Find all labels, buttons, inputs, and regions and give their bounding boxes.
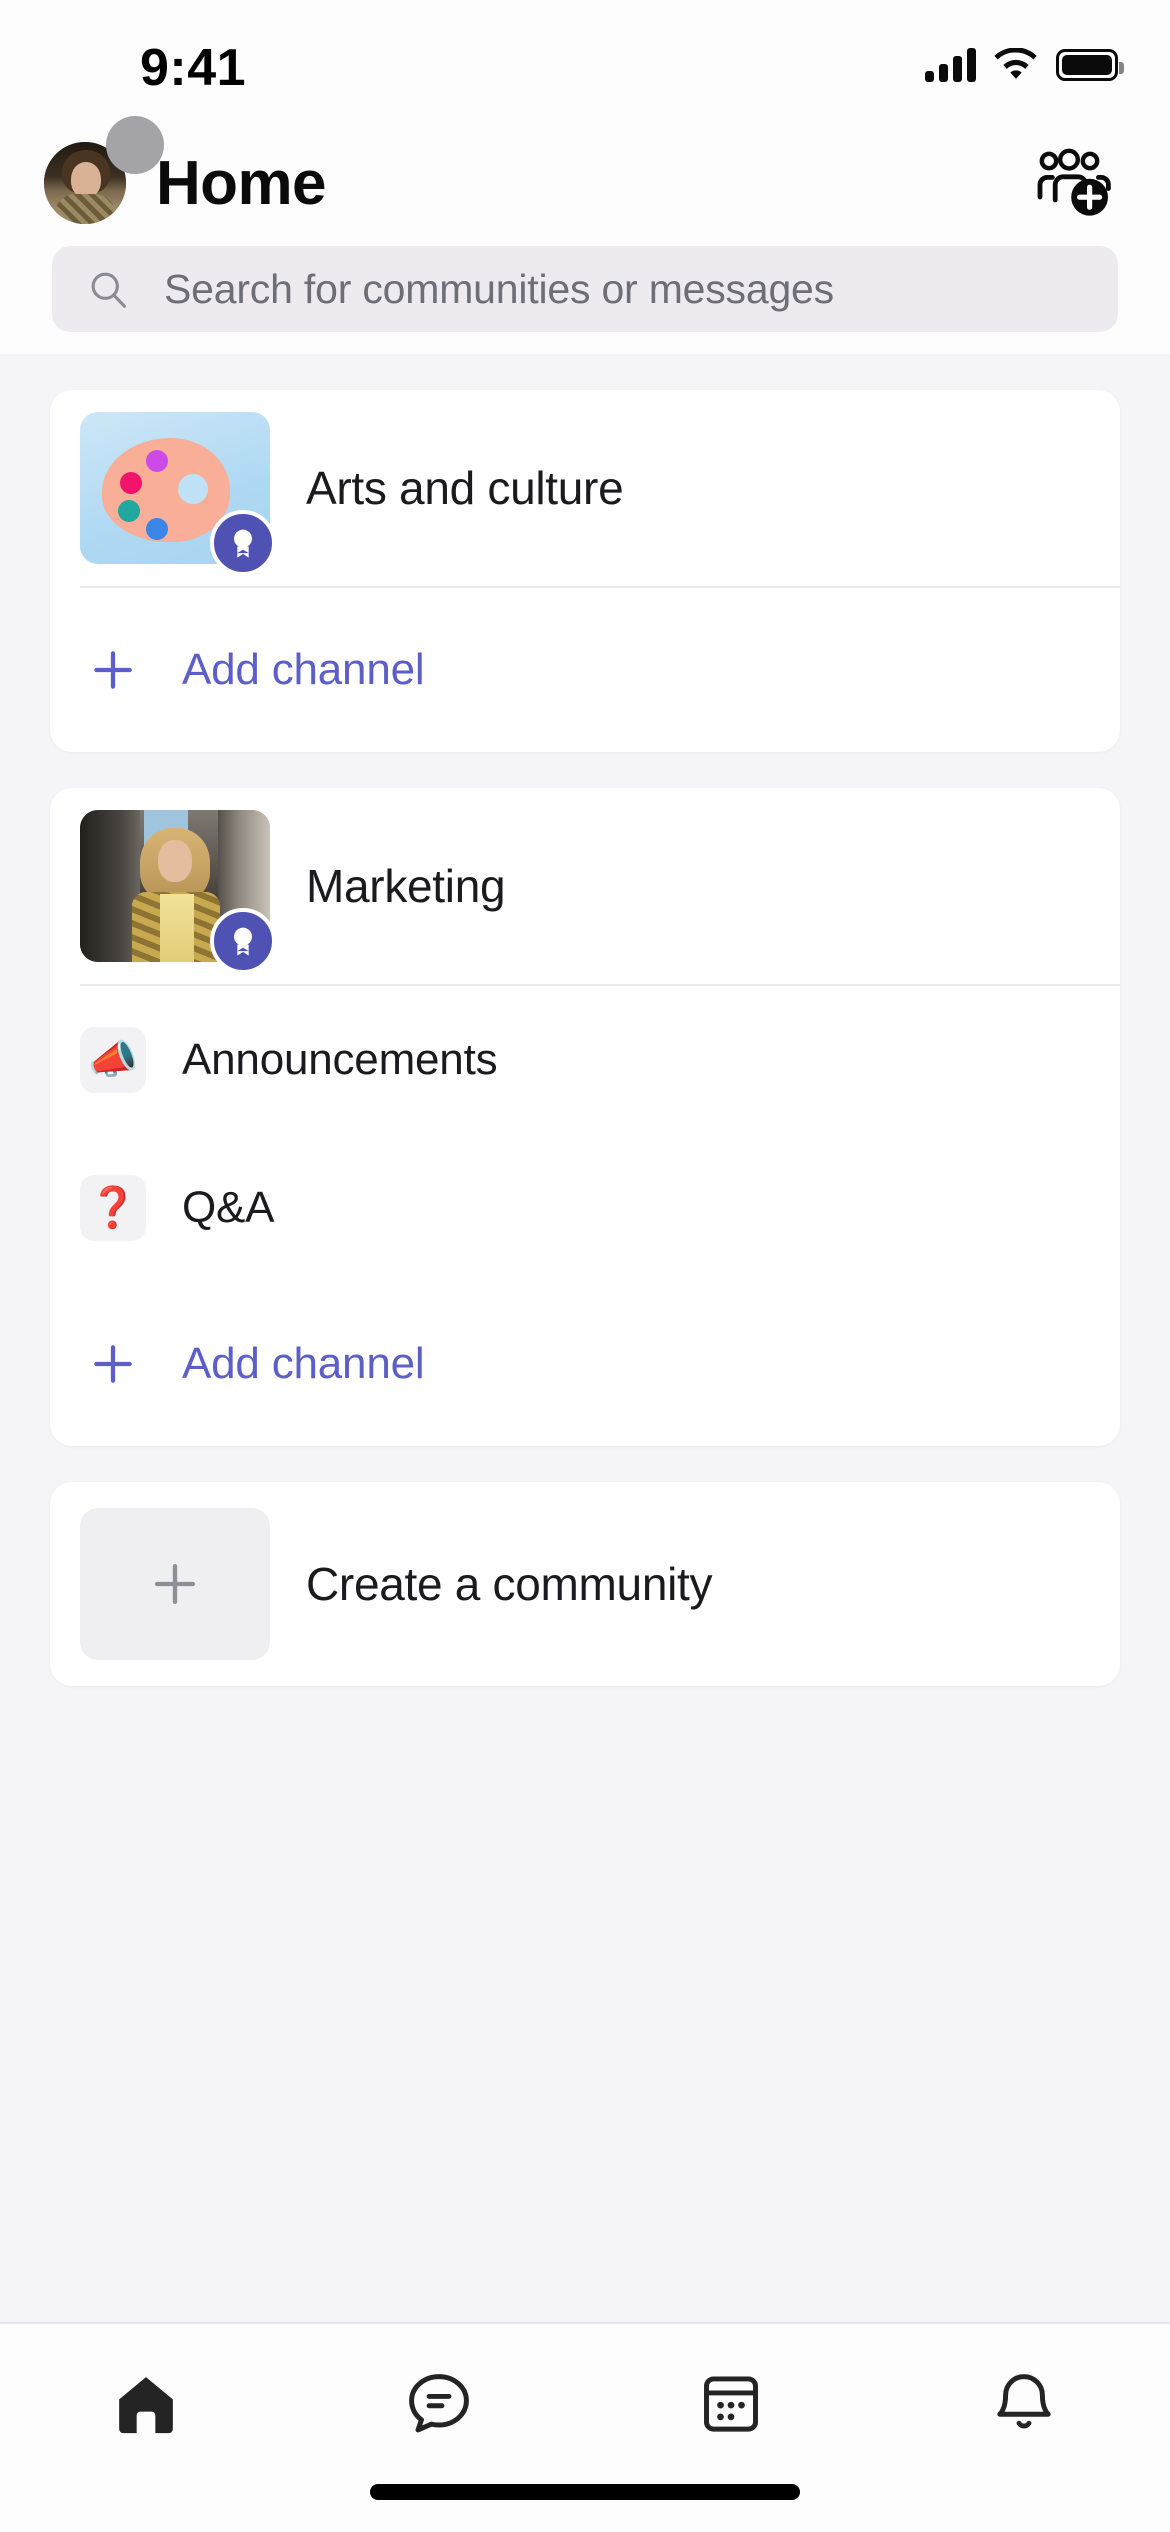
community-name: Arts and culture bbox=[306, 462, 624, 514]
create-community-label: Create a community bbox=[306, 1558, 713, 1610]
tab-chat[interactable] bbox=[293, 2358, 586, 2450]
add-channel-label: Add channel bbox=[182, 645, 425, 694]
community-name: Marketing bbox=[306, 860, 506, 912]
calendar-icon bbox=[704, 2376, 759, 2432]
question-mark-icon: ❓ bbox=[80, 1175, 146, 1241]
verified-award-badge-icon bbox=[210, 908, 276, 974]
verified-award-badge-icon bbox=[210, 510, 276, 576]
plus-icon bbox=[80, 1337, 146, 1391]
community-avatar-arts bbox=[80, 412, 276, 576]
community-card: Arts and culture Add channel bbox=[50, 390, 1120, 752]
page-title: Home bbox=[156, 148, 326, 218]
bell-icon bbox=[997, 2374, 1051, 2429]
megaphone-icon: 📣 bbox=[80, 1027, 146, 1093]
cellular-signal-icon bbox=[925, 48, 976, 82]
communities-list: Arts and culture Add channel Marketing 📣… bbox=[0, 354, 1170, 2322]
add-channel-button-marketing[interactable]: Add channel bbox=[50, 1282, 1120, 1446]
add-people-icon bbox=[1037, 148, 1111, 216]
channel-item-announcements[interactable]: 📣 Announcements bbox=[50, 986, 1120, 1134]
community-header-marketing[interactable]: Marketing bbox=[50, 788, 1120, 984]
create-community-card[interactable]: Create a community bbox=[50, 1482, 1120, 1686]
home-indicator bbox=[370, 2484, 800, 2500]
search-icon bbox=[91, 272, 127, 308]
community-avatar-marketing bbox=[80, 810, 276, 974]
app-screen: 9:41 Home Search for communities or mess… bbox=[0, 0, 1170, 2532]
plus-icon bbox=[154, 1563, 196, 1605]
search-placeholder: Search for communities or messages bbox=[164, 265, 834, 312]
channel-item-qa[interactable]: ❓ Q&A bbox=[50, 1134, 1120, 1282]
add-channel-label: Add channel bbox=[182, 1339, 425, 1388]
wifi-icon bbox=[994, 48, 1037, 79]
bottom-tab-bar bbox=[0, 2322, 1170, 2532]
status-bar: 9:41 bbox=[0, 0, 1170, 120]
add-channel-button-arts[interactable]: Add channel bbox=[50, 588, 1120, 752]
channel-name: Announcements bbox=[182, 1035, 498, 1084]
tab-calendar[interactable] bbox=[585, 2358, 878, 2450]
create-community-tile bbox=[80, 1508, 270, 1660]
tab-home[interactable] bbox=[0, 2358, 293, 2450]
add-people-button[interactable] bbox=[1022, 143, 1118, 223]
status-bar-icons bbox=[925, 48, 1124, 82]
status-bar-time: 9:41 bbox=[140, 39, 247, 97]
channel-name: Q&A bbox=[182, 1183, 275, 1232]
community-header-arts[interactable]: Arts and culture bbox=[50, 390, 1120, 586]
search-section: Search for communities or messages bbox=[0, 246, 1170, 354]
battery-full-icon bbox=[1056, 49, 1124, 81]
home-icon bbox=[119, 2377, 174, 2434]
tab-activity[interactable] bbox=[878, 2358, 1170, 2450]
app-header: Home bbox=[0, 116, 1170, 246]
plus-icon bbox=[80, 643, 146, 697]
community-card: Marketing 📣 Announcements ❓ Q&A Add chan… bbox=[50, 788, 1120, 1446]
chat-bubble-icon bbox=[408, 2374, 469, 2433]
create-community-row[interactable]: Create a community bbox=[50, 1482, 1120, 1686]
avatar[interactable] bbox=[44, 116, 164, 224]
palette-icon bbox=[102, 438, 230, 542]
search-input[interactable]: Search for communities or messages bbox=[52, 246, 1118, 332]
